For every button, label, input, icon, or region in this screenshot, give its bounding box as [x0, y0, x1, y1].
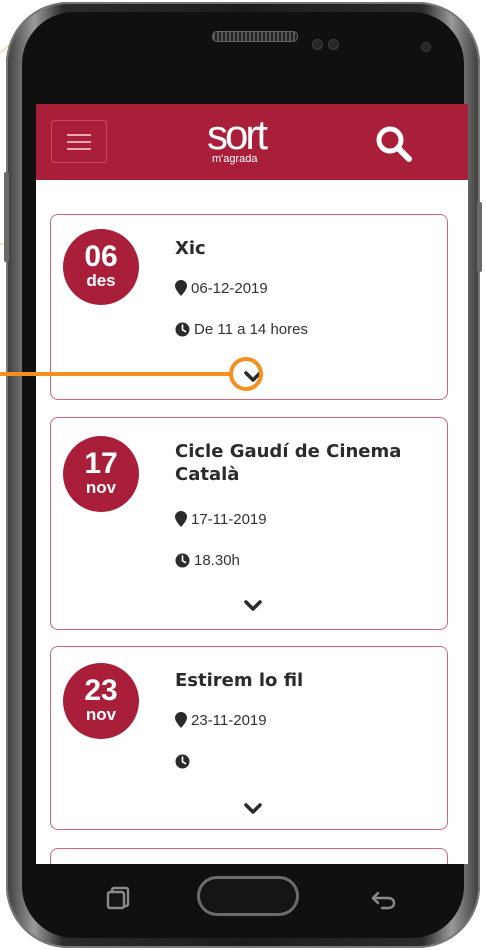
date-badge: 17 nov: [63, 436, 139, 512]
event-title: Estirem lo fil: [175, 670, 304, 691]
expand-button[interactable]: [240, 596, 266, 616]
phone-nav-bar: [36, 864, 468, 936]
date-day: 17: [84, 447, 118, 480]
event-date-row: 06-12-2019: [175, 279, 268, 297]
date-day: 06: [84, 240, 118, 273]
expand-button[interactable]: [240, 799, 266, 819]
event-time-row: [175, 752, 194, 770]
earpiece-speaker: [212, 31, 298, 42]
hamburger-menu-icon: [67, 134, 91, 136]
event-list: 06 des Xic 06-12-2019 De 11 a 14 hores 1…: [36, 180, 468, 864]
clock-icon: [175, 553, 190, 567]
event-card[interactable]: [50, 848, 448, 864]
clock-icon: [175, 754, 190, 768]
sort-logo[interactable]: sort m'agrada: [181, 111, 291, 171]
date-day: 23: [84, 674, 118, 707]
callout-highlight-ring: [229, 357, 263, 391]
map-marker-icon: [175, 280, 187, 296]
event-time-row: De 11 a 14 hores: [175, 320, 308, 338]
app-header: sort m'agrada: [36, 104, 468, 180]
event-title: Cicle Gaudí de Cinema Català: [175, 441, 402, 485]
chevron-down-icon: [244, 803, 262, 814]
event-card[interactable]: 17 nov Cicle Gaudí de Cinema Català 17-1…: [50, 417, 448, 630]
date-month: nov: [85, 478, 117, 497]
map-marker-icon: [175, 712, 187, 728]
proximity-sensor: [312, 39, 323, 50]
light-sensor: [328, 39, 339, 50]
power-key: [477, 202, 482, 272]
date-month: des: [86, 271, 116, 290]
front-camera: [421, 42, 431, 52]
event-time-row: 18.30h: [175, 551, 240, 569]
hamburger-menu-icon: [67, 141, 91, 143]
date-badge: 06 des: [63, 229, 139, 305]
search-button[interactable]: [372, 122, 416, 166]
clock-icon: [175, 322, 190, 336]
callout-pointer-line: [0, 372, 231, 376]
event-date-row: 23-11-2019: [175, 711, 267, 729]
logo-tagline: m'agrada: [212, 153, 258, 165]
home-button[interactable]: [197, 876, 299, 916]
back-icon[interactable]: [370, 890, 398, 910]
chevron-down-icon: [244, 600, 262, 611]
event-date: 17-11-2019: [191, 510, 267, 528]
hamburger-menu-icon: [67, 148, 91, 150]
event-date: 23-11-2019: [191, 711, 267, 729]
event-time: De 11 a 14 hores: [194, 320, 308, 338]
recent-apps-icon[interactable]: [106, 886, 132, 910]
event-title: Xic: [175, 238, 206, 259]
date-month: nov: [85, 705, 117, 724]
event-card[interactable]: 23 nov Estirem lo fil 23-11-2019: [50, 646, 448, 830]
logo-wordmark: sort: [206, 111, 268, 158]
date-badge: 23 nov: [63, 663, 139, 739]
volume-key: [4, 172, 9, 262]
menu-button[interactable]: [51, 120, 107, 163]
event-time: 18.30h: [194, 551, 240, 569]
map-marker-icon: [175, 511, 187, 527]
event-date-row: 17-11-2019: [175, 510, 267, 528]
event-date: 06-12-2019: [191, 279, 268, 297]
phone-screen: sort m'agrada 06 des Xic 06-12-2019 De 1…: [36, 104, 468, 864]
search-icon: [376, 126, 412, 162]
